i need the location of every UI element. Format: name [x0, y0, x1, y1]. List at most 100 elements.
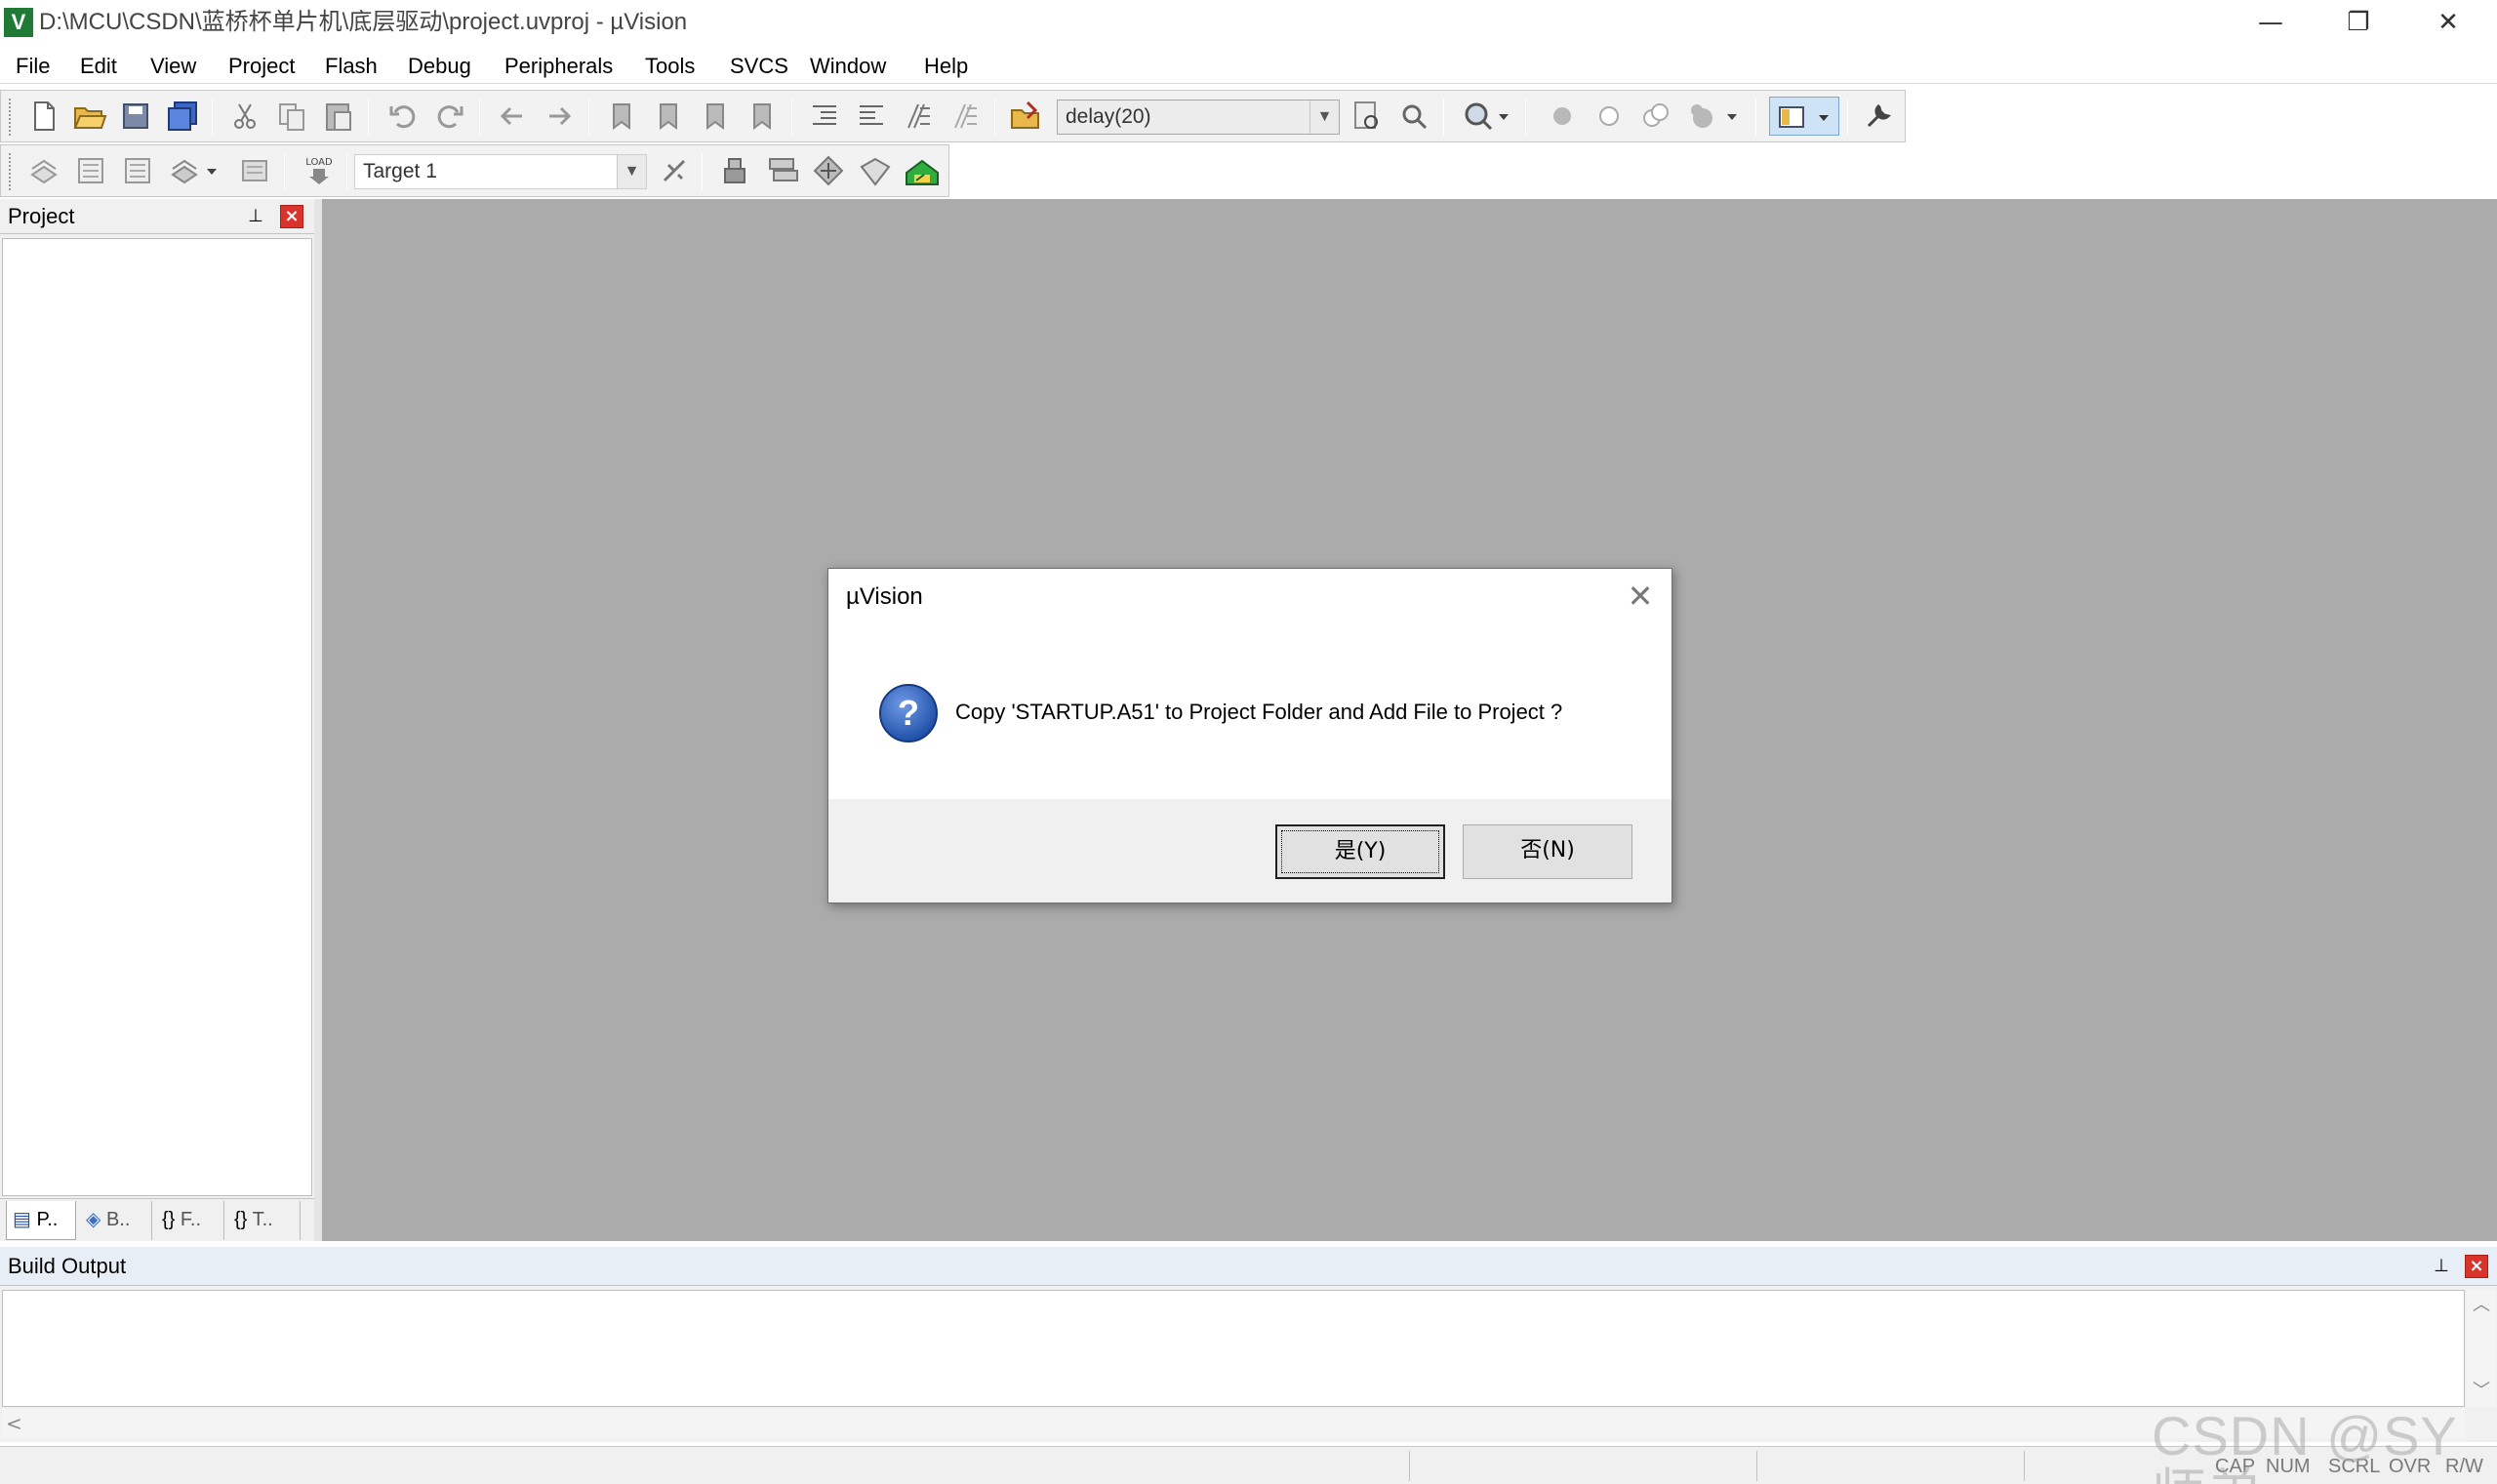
- rebuild-icon[interactable]: [118, 151, 157, 190]
- indent-icon[interactable]: [805, 97, 844, 136]
- target-options-icon[interactable]: [655, 151, 694, 190]
- toolbar-grip[interactable]: [9, 153, 13, 190]
- tab-functions[interactable]: {} F..: [156, 1201, 224, 1240]
- functions-tab-icon: {}: [162, 1209, 176, 1230]
- breakpoint-enable-icon[interactable]: [1590, 97, 1629, 136]
- find-in-files-icon[interactable]: [1006, 97, 1045, 136]
- breakpoint-insert-icon[interactable]: [1543, 97, 1582, 136]
- scroll-left-icon[interactable]: <: [6, 1409, 22, 1438]
- status-bar: CAP NUM SCRL OVR R/W: [0, 1446, 2497, 1484]
- menu-peripherals[interactable]: Peripherals: [504, 53, 613, 80]
- next-bookmark-icon[interactable]: [696, 97, 735, 136]
- toolbar-grip[interactable]: [9, 99, 13, 136]
- redo-icon[interactable]: [430, 97, 469, 136]
- close-build-output-icon[interactable]: ×: [2465, 1255, 2488, 1278]
- menu-edit[interactable]: Edit: [80, 53, 117, 80]
- save-all-icon[interactable]: [163, 97, 202, 136]
- comment-icon[interactable]: [899, 97, 938, 136]
- select-packs-icon[interactable]: [762, 151, 801, 190]
- restore-button[interactable]: ❐: [2315, 0, 2402, 45]
- menu-window[interactable]: Window: [810, 53, 886, 80]
- chevron-down-icon[interactable]: ▼: [1309, 100, 1339, 134]
- breakpoint-kill-all-icon[interactable]: [1683, 97, 1722, 136]
- project-panel-tabs: ▤ P.. ◈ B.. {} F.. {} T..: [0, 1198, 314, 1241]
- build-toolbar: LOAD Target 1 ▼: [0, 144, 949, 197]
- tab-label: F..: [180, 1209, 202, 1230]
- uncomment-icon[interactable]: [946, 97, 985, 136]
- find-icon[interactable]: [1348, 97, 1387, 136]
- unindent-icon[interactable]: [852, 97, 891, 136]
- find-combobox[interactable]: delay(20) ▼: [1057, 100, 1340, 135]
- build-output-text[interactable]: [2, 1290, 2465, 1407]
- menu-view[interactable]: View: [150, 53, 196, 80]
- paste-icon[interactable]: [319, 97, 358, 136]
- pin-icon[interactable]: ⊥: [244, 205, 267, 228]
- menu-tools[interactable]: Tools: [645, 53, 695, 80]
- no-button[interactable]: 否(N): [1463, 824, 1632, 879]
- menu-help[interactable]: Help: [924, 53, 968, 80]
- cut-icon[interactable]: [225, 97, 264, 136]
- pack-green-icon[interactable]: [903, 151, 942, 190]
- translate-icon[interactable]: [24, 151, 63, 190]
- pin-icon[interactable]: ⊥: [2430, 1255, 2453, 1278]
- books-tab-icon: ◈: [86, 1209, 101, 1230]
- build-icon[interactable]: [71, 151, 110, 190]
- question-icon: ?: [877, 682, 940, 744]
- scroll-down-icon[interactable]: ﹀: [2467, 1378, 2496, 1405]
- tab-project[interactable]: ▤ P..: [6, 1201, 76, 1240]
- project-panel-title: Project: [8, 204, 75, 228]
- dropdown-arrow-icon[interactable]: [202, 151, 222, 190]
- dialog-close-icon[interactable]: ✕: [1621, 577, 1660, 616]
- stop-build-icon[interactable]: [235, 151, 274, 190]
- menu-project[interactable]: Project: [228, 53, 295, 80]
- templates-tab-icon: {}: [234, 1209, 248, 1230]
- vertical-scrollbar[interactable]: ︿ ﹀: [2467, 1290, 2496, 1407]
- batch-build-icon[interactable]: [165, 151, 204, 190]
- manage-project-items-icon[interactable]: [715, 151, 754, 190]
- project-tree[interactable]: [2, 238, 312, 1196]
- dropdown-arrow-icon[interactable]: [1722, 97, 1742, 136]
- tab-books[interactable]: ◈ B..: [80, 1201, 152, 1240]
- source-browser-icon[interactable]: [1459, 97, 1498, 136]
- close-project-panel-icon[interactable]: ×: [280, 205, 303, 228]
- dropdown-arrow-icon[interactable]: [1494, 97, 1513, 136]
- menu-flash[interactable]: Flash: [325, 53, 378, 80]
- horizontal-scrollbar[interactable]: <: [2, 1409, 2465, 1438]
- nav-back-icon[interactable]: [493, 97, 532, 136]
- dialog-title: µVision: [846, 583, 923, 610]
- tab-label: T..: [252, 1209, 273, 1230]
- incremental-find-icon[interactable]: [1394, 97, 1433, 136]
- window-layout-icon[interactable]: [1769, 97, 1839, 136]
- save-icon[interactable]: [116, 97, 155, 136]
- panel-splitter[interactable]: [314, 199, 322, 1241]
- pack-installer-icon[interactable]: [856, 151, 895, 190]
- scroll-up-icon[interactable]: ︿: [2467, 1292, 2496, 1319]
- window-title: D:\MCU\CSDN\蓝桥杯单片机\底层驱动\project.uvproj -…: [39, 9, 688, 35]
- menu-debug[interactable]: Debug: [408, 53, 471, 80]
- download-load-icon[interactable]: LOAD: [300, 151, 339, 190]
- minimize-button[interactable]: —: [2227, 0, 2315, 45]
- menu-svcs[interactable]: SVCS: [730, 53, 788, 80]
- tab-label: P..: [36, 1209, 59, 1230]
- find-value: delay(20): [1066, 105, 1151, 128]
- chevron-down-icon[interactable]: ▼: [617, 155, 646, 188]
- nav-forward-icon[interactable]: [540, 97, 579, 136]
- prev-bookmark-icon[interactable]: [649, 97, 688, 136]
- tab-label: B..: [105, 1209, 131, 1230]
- clear-bookmarks-icon[interactable]: [743, 97, 782, 136]
- project-tab-icon: ▤: [13, 1209, 31, 1230]
- undo-icon[interactable]: [383, 97, 423, 136]
- breakpoint-disable-all-icon[interactable]: [1636, 97, 1675, 136]
- copy-file-dialog: µVision ✕ ? Copy 'STARTUP.A51' to Projec…: [827, 568, 1672, 903]
- bookmark-icon[interactable]: [602, 97, 641, 136]
- target-select[interactable]: Target 1 ▼: [354, 154, 647, 189]
- menu-file[interactable]: File: [16, 53, 50, 80]
- manage-rte-icon[interactable]: [809, 151, 848, 190]
- copy-icon[interactable]: [272, 97, 311, 136]
- window-close-button[interactable]: ✕: [2404, 0, 2492, 45]
- yes-button[interactable]: 是(Y): [1275, 824, 1445, 879]
- open-folder-icon[interactable]: [69, 97, 108, 136]
- tab-templates[interactable]: {} T..: [228, 1201, 301, 1240]
- configure-wrench-icon[interactable]: [1859, 97, 1898, 136]
- new-file-icon[interactable]: [24, 97, 63, 136]
